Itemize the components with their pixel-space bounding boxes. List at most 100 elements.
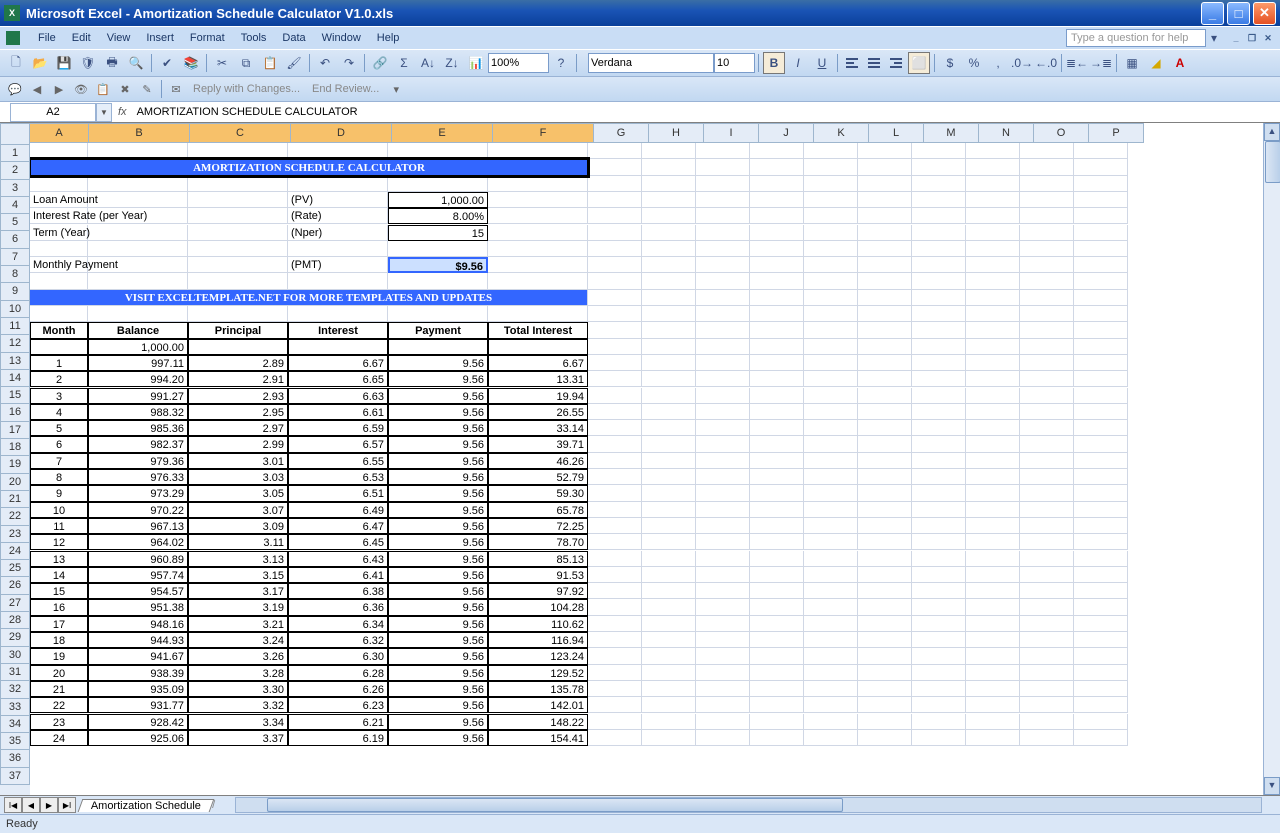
cell-J7[interactable] xyxy=(750,241,804,257)
cell-L8[interactable] xyxy=(858,257,912,273)
cell-C9[interactable] xyxy=(188,273,288,289)
cell-P16[interactable] xyxy=(1074,388,1128,404)
cell-J26[interactable] xyxy=(750,551,804,567)
cell-P3[interactable] xyxy=(1074,176,1128,192)
research-icon[interactable]: 📚 xyxy=(180,52,202,74)
cell-N25[interactable] xyxy=(966,534,1020,550)
column-header-L[interactable]: L xyxy=(869,123,924,143)
row-header-13[interactable]: 13 xyxy=(0,353,30,370)
row-header-26[interactable]: 26 xyxy=(0,577,30,594)
row-header-28[interactable]: 28 xyxy=(0,612,30,629)
cell-P22[interactable] xyxy=(1074,485,1128,501)
cell-N3[interactable] xyxy=(966,176,1020,192)
cell-L18[interactable] xyxy=(858,420,912,436)
row-header-14[interactable]: 14 xyxy=(0,370,30,387)
cell-J13[interactable] xyxy=(750,339,804,355)
cell-P6[interactable] xyxy=(1074,225,1128,241)
hyperlink-icon[interactable]: 🔗 xyxy=(369,52,391,74)
row-header-35[interactable]: 35 xyxy=(0,733,30,750)
cell-N19[interactable] xyxy=(966,436,1020,452)
cell-G28[interactable] xyxy=(588,583,642,599)
menu-edit[interactable]: Edit xyxy=(64,30,99,46)
column-header-I[interactable]: I xyxy=(704,123,759,143)
cell-J37[interactable] xyxy=(750,730,804,746)
cell-K25[interactable] xyxy=(804,534,858,550)
help-icon[interactable]: ? xyxy=(550,52,572,74)
cell-O32[interactable] xyxy=(1020,648,1074,664)
cell-P26[interactable] xyxy=(1074,551,1128,567)
cell-J24[interactable] xyxy=(750,518,804,534)
menu-view[interactable]: View xyxy=(99,30,139,46)
cell-H34[interactable] xyxy=(642,681,696,697)
app-menu-icon[interactable] xyxy=(6,31,20,45)
cell-P21[interactable] xyxy=(1074,469,1128,485)
cell-N11[interactable] xyxy=(966,306,1020,322)
align-right-button[interactable] xyxy=(886,53,906,73)
column-header-N[interactable]: N xyxy=(979,123,1034,143)
cell-M1[interactable] xyxy=(912,143,966,159)
cell-G32[interactable] xyxy=(588,648,642,664)
cell-G15[interactable] xyxy=(588,371,642,387)
cell-K18[interactable] xyxy=(804,420,858,436)
cell-H20[interactable] xyxy=(642,453,696,469)
cell-P9[interactable] xyxy=(1074,273,1128,289)
cell-I20[interactable] xyxy=(696,453,750,469)
cell-K14[interactable] xyxy=(804,355,858,371)
cell-P35[interactable] xyxy=(1074,697,1128,713)
column-header-C[interactable]: C xyxy=(190,123,291,143)
row-header-4[interactable]: 4 xyxy=(0,197,30,214)
cell-J9[interactable] xyxy=(750,273,804,289)
cell-M35[interactable] xyxy=(912,697,966,713)
cell-P33[interactable] xyxy=(1074,665,1128,681)
cell-G20[interactable] xyxy=(588,453,642,469)
cell-K2[interactable] xyxy=(804,159,858,175)
cell-L21[interactable] xyxy=(858,469,912,485)
cell-M33[interactable] xyxy=(912,665,966,681)
cell-I26[interactable] xyxy=(696,551,750,567)
cell-G26[interactable] xyxy=(588,551,642,567)
cell-K6[interactable] xyxy=(804,225,858,241)
cell-I29[interactable] xyxy=(696,599,750,615)
cell-K3[interactable] xyxy=(804,176,858,192)
cell-I36[interactable] xyxy=(696,714,750,730)
cell-L22[interactable] xyxy=(858,485,912,501)
cell-L26[interactable] xyxy=(858,551,912,567)
cell-O11[interactable] xyxy=(1020,306,1074,322)
sheet-tab-active[interactable]: Amortization Schedule xyxy=(78,799,215,812)
cell-G37[interactable] xyxy=(588,730,642,746)
cell-J32[interactable] xyxy=(750,648,804,664)
row-header-6[interactable]: 6 xyxy=(0,231,30,248)
cell-I33[interactable] xyxy=(696,665,750,681)
cell-H22[interactable] xyxy=(642,485,696,501)
cell-M19[interactable] xyxy=(912,436,966,452)
cell-D3[interactable] xyxy=(288,176,388,192)
cell-M21[interactable] xyxy=(912,469,966,485)
cell-O37[interactable] xyxy=(1020,730,1074,746)
cell-N12[interactable] xyxy=(966,322,1020,338)
cell-H18[interactable] xyxy=(642,420,696,436)
cell-A11[interactable] xyxy=(30,306,88,322)
cell-L35[interactable] xyxy=(858,697,912,713)
cell-B3[interactable] xyxy=(88,176,188,192)
menu-tools[interactable]: Tools xyxy=(233,30,275,46)
cell-I3[interactable] xyxy=(696,176,750,192)
menu-insert[interactable]: Insert xyxy=(138,30,182,46)
cell-K24[interactable] xyxy=(804,518,858,534)
cell-L28[interactable] xyxy=(858,583,912,599)
cell-H15[interactable] xyxy=(642,371,696,387)
column-header-G[interactable]: G xyxy=(594,123,649,143)
scroll-up-icon[interactable]: ▲ xyxy=(1264,123,1280,141)
cell-P19[interactable] xyxy=(1074,436,1128,452)
cell-L32[interactable] xyxy=(858,648,912,664)
cell-H14[interactable] xyxy=(642,355,696,371)
cell-L14[interactable] xyxy=(858,355,912,371)
cell-O9[interactable] xyxy=(1020,273,1074,289)
cell-K10[interactable] xyxy=(804,290,858,306)
cell-K32[interactable] xyxy=(804,648,858,664)
cell-M5[interactable] xyxy=(912,208,966,224)
menu-file[interactable]: File xyxy=(30,30,64,46)
cell-M23[interactable] xyxy=(912,502,966,518)
row-header-16[interactable]: 16 xyxy=(0,404,30,421)
cell-J25[interactable] xyxy=(750,534,804,550)
row-header-21[interactable]: 21 xyxy=(0,491,30,508)
